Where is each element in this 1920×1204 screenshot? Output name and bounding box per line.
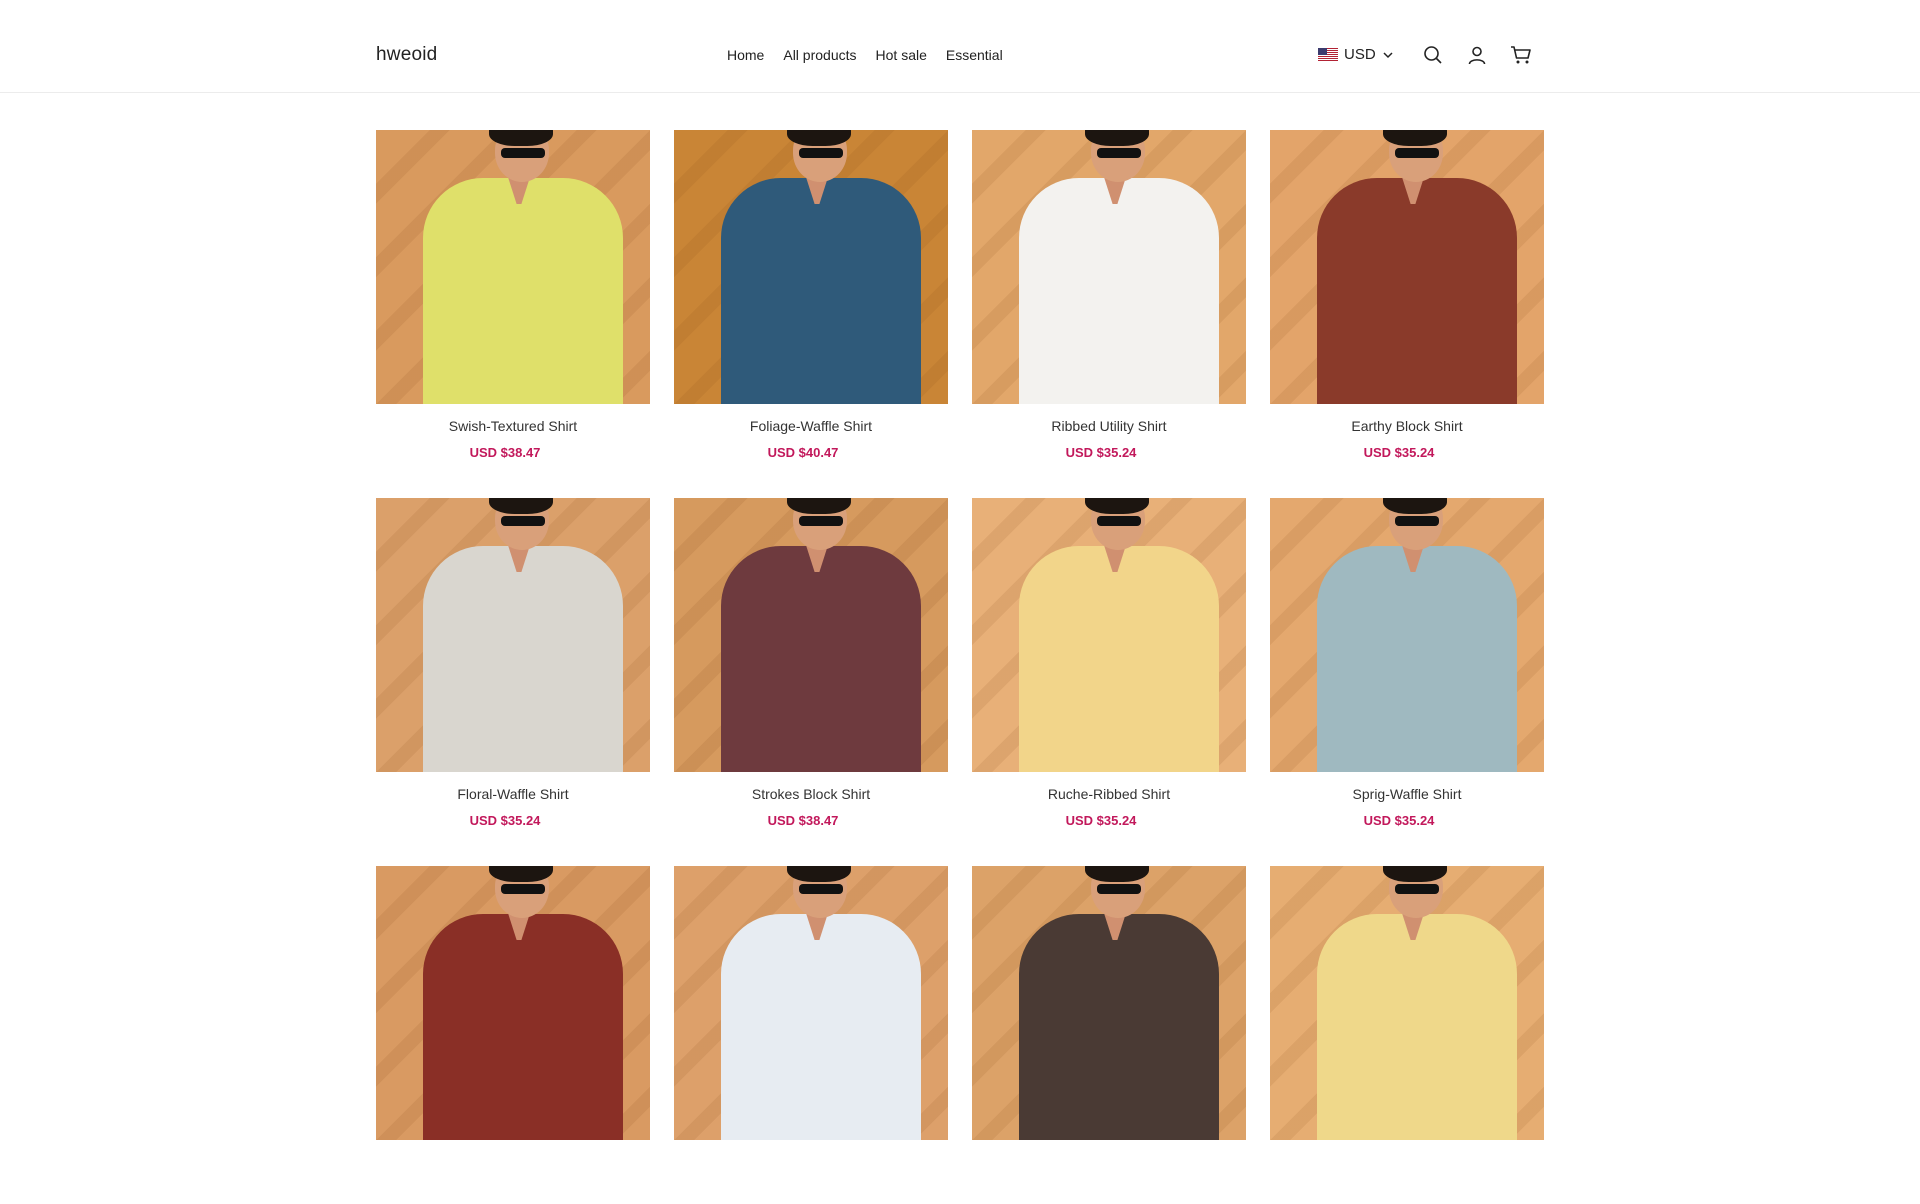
product-card[interactable]: Ruche-Ribbed Shirt USD $35.24 [972, 498, 1246, 836]
product-price: USD $35.24 [1065, 813, 1137, 828]
product-name[interactable] [674, 1154, 948, 1172]
model-shirt [423, 178, 623, 404]
model-shirt [1019, 914, 1219, 1140]
product-image[interactable] [376, 130, 650, 404]
product-image[interactable] [376, 498, 650, 772]
model-shirt [1317, 178, 1517, 404]
product-price: USD $35.24 [1363, 813, 1435, 828]
product-price: USD $35.24 [1065, 445, 1137, 460]
product-name[interactable]: Ribbed Utility Shirt [972, 418, 1246, 436]
site-logo[interactable]: hweoid [376, 44, 437, 66]
us-flag-icon [1318, 48, 1338, 61]
user-icon [1468, 46, 1486, 65]
cart-icon [1511, 46, 1531, 64]
model-shirt [423, 546, 623, 772]
sunglasses [799, 516, 843, 526]
sunglasses [1097, 516, 1141, 526]
model-shirt [1019, 546, 1219, 772]
currency-selector[interactable]: USD [1318, 46, 1394, 63]
account-button[interactable] [1466, 44, 1488, 66]
product-price: USD $35.24 [469, 813, 541, 828]
product-card[interactable] [674, 866, 948, 1204]
product-image[interactable] [674, 498, 948, 772]
nav-hot-sale[interactable]: Hot sale [876, 47, 927, 63]
product-name[interactable]: Strokes Block Shirt [674, 786, 948, 804]
product-name[interactable]: Swish-Textured Shirt [376, 418, 650, 436]
sunglasses [501, 148, 545, 158]
product-price: USD $40.47 [767, 445, 839, 460]
product-price: USD $38.47 [767, 813, 839, 828]
product-image[interactable] [972, 130, 1246, 404]
model-shirt [1317, 546, 1517, 772]
header-actions [1422, 44, 1532, 66]
product-image[interactable] [972, 498, 1246, 772]
sunglasses [1097, 148, 1141, 158]
product-image[interactable] [376, 866, 650, 1140]
sunglasses [799, 884, 843, 894]
sunglasses [1395, 516, 1439, 526]
product-grid: Swish-Textured Shirt USD $38.47 Foliage-… [376, 130, 1544, 1204]
product-card[interactable]: Strokes Block Shirt USD $38.47 [674, 498, 948, 836]
main-nav: Home All products Hot sale Essential [727, 47, 1003, 63]
model-shirt [721, 178, 921, 404]
product-image[interactable] [674, 866, 948, 1140]
product-card[interactable]: Swish-Textured Shirt USD $38.47 [376, 130, 650, 468]
product-image[interactable] [674, 130, 948, 404]
search-icon [1424, 46, 1442, 64]
sunglasses [1395, 884, 1439, 894]
product-image[interactable] [1270, 498, 1544, 772]
model-shirt [423, 914, 623, 1140]
product-card[interactable]: Sprig-Waffle Shirt USD $35.24 [1270, 498, 1544, 836]
product-card[interactable]: Floral-Waffle Shirt USD $35.24 [376, 498, 650, 836]
product-card[interactable]: Ribbed Utility Shirt USD $35.24 [972, 130, 1246, 468]
cart-button[interactable] [1510, 44, 1532, 66]
product-name[interactable]: Sprig-Waffle Shirt [1270, 786, 1544, 804]
product-name[interactable] [376, 1154, 650, 1172]
product-name[interactable] [1270, 1154, 1544, 1172]
sunglasses [501, 516, 545, 526]
nav-all-products[interactable]: All products [783, 47, 856, 63]
product-card[interactable] [972, 866, 1246, 1204]
model-shirt [721, 914, 921, 1140]
product-card[interactable]: Foliage-Waffle Shirt USD $40.47 [674, 130, 948, 468]
product-image[interactable] [1270, 866, 1544, 1140]
sunglasses [799, 148, 843, 158]
product-price: USD $38.47 [469, 445, 541, 460]
product-card[interactable] [1270, 866, 1544, 1204]
chevron-down-icon [1383, 51, 1393, 58]
model-shirt [721, 546, 921, 772]
product-name[interactable] [972, 1154, 1246, 1172]
product-name[interactable]: Ruche-Ribbed Shirt [972, 786, 1246, 804]
model-shirt [1019, 178, 1219, 404]
sunglasses [1097, 884, 1141, 894]
product-name[interactable]: Earthy Block Shirt [1270, 418, 1544, 436]
currency-label: USD [1344, 46, 1376, 63]
search-button[interactable] [1422, 44, 1444, 66]
product-image[interactable] [972, 866, 1246, 1140]
nav-essential[interactable]: Essential [946, 47, 1003, 63]
sunglasses [501, 884, 545, 894]
site-header: hweoid Home All products Hot sale Essent… [0, 0, 1920, 93]
product-name[interactable]: Foliage-Waffle Shirt [674, 418, 948, 436]
nav-home[interactable]: Home [727, 47, 764, 63]
product-name[interactable]: Floral-Waffle Shirt [376, 786, 650, 804]
sunglasses [1395, 148, 1439, 158]
product-image[interactable] [1270, 130, 1544, 404]
product-card[interactable] [376, 866, 650, 1204]
product-card[interactable]: Earthy Block Shirt USD $35.24 [1270, 130, 1544, 468]
model-shirt [1317, 914, 1517, 1140]
product-price: USD $35.24 [1363, 445, 1435, 460]
